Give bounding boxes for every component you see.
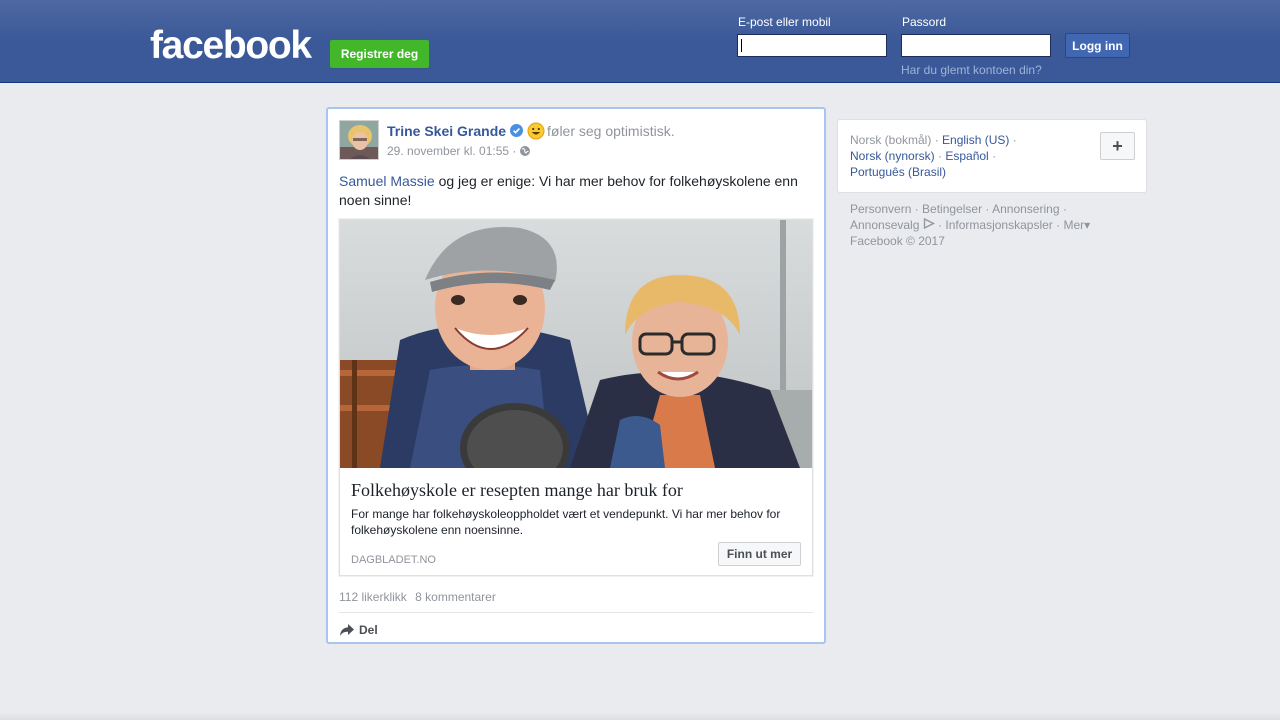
link-title[interactable]: Folkehøyskole er resepten mange har bruk… [351, 480, 801, 501]
mentioned-user-link[interactable]: Samuel Massie [339, 173, 435, 189]
password-label: Passord [902, 15, 947, 29]
footer-links: Personvern · Betingelser · Annonsering ·… [850, 202, 1091, 248]
facebook-logo[interactable]: facebook [150, 26, 312, 66]
text-caret [741, 39, 742, 52]
share-arrow-icon [340, 624, 354, 636]
language-norsk-nynorsk[interactable]: Norsk (nynorsk) [850, 149, 935, 163]
share-label: Del [359, 623, 378, 637]
post-body: Samuel Massie og jeg er enige: Vi har me… [339, 172, 809, 210]
link-description: For mange har folkehøyskoleoppholdet vær… [351, 507, 781, 537]
language-list: Norsk (bokmål) · English (US) · Norsk (n… [850, 133, 1017, 179]
footer-link-ad-choices[interactable]: Annonsevalg [850, 218, 919, 232]
bottom-shadow [0, 712, 1280, 720]
login-button[interactable]: Logg inn [1065, 33, 1130, 58]
language-portugues-brasil[interactable]: Português (Brasil) [850, 165, 946, 179]
post-card: Trine Skei Grande føler seg optimistisk.… [326, 107, 826, 644]
footer-link-advertising[interactable]: Annonsering [992, 202, 1059, 216]
learn-more-button[interactable]: Finn ut mer [718, 542, 801, 566]
footer-link-terms[interactable]: Betingelser [922, 202, 982, 216]
footer-link-cookies[interactable]: Informasjonskapsler [945, 218, 1052, 232]
feeling-text: føler seg optimistisk. [547, 123, 675, 139]
register-button[interactable]: Registrer deg [330, 40, 429, 68]
share-button[interactable]: Del [339, 622, 378, 638]
footer-link-privacy[interactable]: Personvern [850, 202, 911, 216]
password-field[interactable] [901, 34, 1051, 57]
language-espanol[interactable]: Español [945, 149, 988, 163]
language-selector: Norsk (bokmål) · English (US) · Norsk (n… [837, 119, 1147, 193]
top-bar: facebook Registrer deg E-post eller mobi… [0, 0, 1280, 83]
current-language: Norsk (bokmål) [850, 133, 932, 147]
footer-link-more[interactable]: Mer▾ [1063, 218, 1090, 232]
author-avatar[interactable] [339, 120, 379, 160]
post-stats: 112 likerklikk 8 kommentarer [339, 590, 501, 604]
post-timestamp[interactable]: 29. november kl. 01:55 · [387, 144, 516, 158]
author-name[interactable]: Trine Skei Grande [387, 123, 506, 139]
email-label: E-post eller mobil [738, 15, 831, 29]
ad-choices-icon[interactable] [923, 218, 935, 229]
caret-down-icon: ▾ [1084, 218, 1091, 232]
public-globe-icon[interactable] [519, 145, 531, 157]
verified-badge-icon [510, 124, 523, 137]
language-english-us[interactable]: English (US) [942, 133, 1009, 147]
link-preview[interactable]: Folkehøyskole er resepten mange har bruk… [339, 219, 813, 576]
smiling-emoji-icon [527, 122, 545, 140]
link-preview-image[interactable] [340, 220, 812, 468]
divider [339, 612, 813, 613]
copyright: Facebook © 2017 [850, 234, 945, 248]
comments-count[interactable]: 8 kommentarer [415, 590, 496, 604]
forgot-account-link[interactable]: Har du glemt kontoen din? [901, 63, 1042, 77]
more-languages-button[interactable]: + [1100, 132, 1135, 160]
email-field[interactable] [737, 34, 887, 57]
link-domain: DAGBLADET.NO [351, 554, 436, 566]
likes-count[interactable]: 112 likerklikk [339, 590, 407, 604]
